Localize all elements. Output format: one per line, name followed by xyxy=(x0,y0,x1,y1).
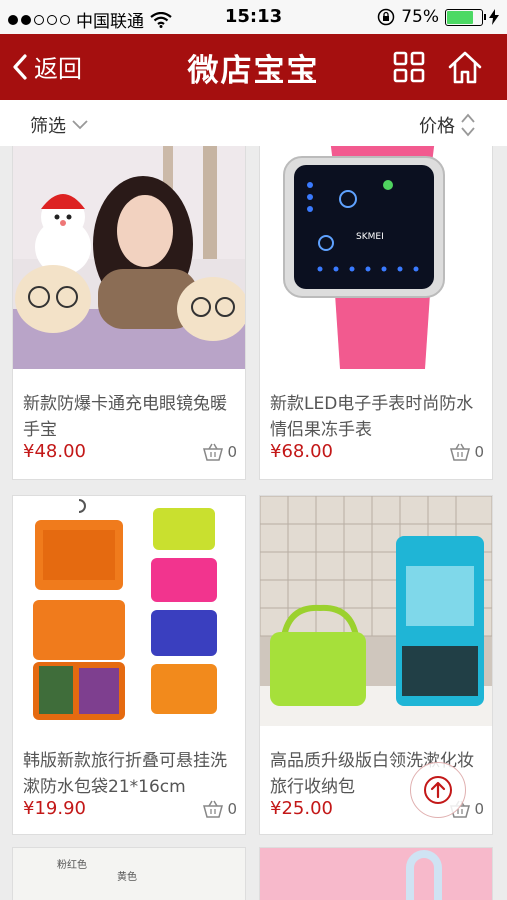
product-image xyxy=(13,146,245,369)
product-price: ¥19.90 xyxy=(23,798,86,819)
basket-icon xyxy=(203,800,224,818)
cart-count: 0 xyxy=(227,443,237,461)
product-image xyxy=(260,496,492,726)
cart-count: 0 xyxy=(474,443,484,461)
product-price: ¥48.00 xyxy=(23,441,86,462)
grid-icon[interactable] xyxy=(390,48,428,86)
rotation-lock-icon xyxy=(377,8,395,26)
product-card[interactable]: 粉红色 黄色 xyxy=(12,847,246,900)
product-name: 韩版新款旅行折叠可悬挂洗漱防水包袋21*16cm xyxy=(23,751,227,797)
image-caption: 黄色 xyxy=(117,872,137,883)
product-image: 粉红色 黄色 xyxy=(13,848,245,900)
status-bar: 中国联通 15:13 75% xyxy=(0,0,507,34)
cart-counter[interactable]: 0 xyxy=(449,443,484,461)
product-card[interactable]: 韩版新款旅行折叠可悬挂洗漱防水包袋21*16cm ¥19.90 0 xyxy=(12,495,246,835)
cart-count: 0 xyxy=(474,800,484,818)
product-card[interactable]: SKMEI 新款LED电子手表时尚防水情侣果冻手表 ¥68.00 0 xyxy=(259,146,493,480)
battery-icon xyxy=(445,8,486,26)
product-image xyxy=(260,848,492,900)
image-caption: 粉红色 xyxy=(57,860,87,871)
sort-icon xyxy=(461,113,475,137)
battery-percent: 75% xyxy=(401,7,439,27)
arrow-up-circle-icon xyxy=(424,776,452,804)
cart-count: 0 xyxy=(227,800,237,818)
basket-icon xyxy=(203,443,224,461)
product-name: 新款防爆卡通充电眼镜兔暖手宝 xyxy=(23,394,227,440)
filter-bar: 筛选 价格 xyxy=(0,100,507,146)
product-price: ¥25.00 xyxy=(270,798,333,819)
svg-text:SKMEI: SKMEI xyxy=(356,232,384,242)
filter-label: 筛选 xyxy=(30,116,66,137)
cart-counter[interactable]: 0 xyxy=(202,443,237,461)
charging-icon xyxy=(489,9,499,25)
back-to-top-button[interactable] xyxy=(410,762,466,818)
price-sort-button[interactable]: 价格 xyxy=(419,112,475,138)
basket-icon xyxy=(450,443,471,461)
product-card[interactable]: 新款防爆卡通充电眼镜兔暖手宝 ¥48.00 0 xyxy=(12,146,246,480)
chevron-down-icon xyxy=(72,120,88,130)
page-title: 微店宝宝 xyxy=(187,53,320,89)
filter-button[interactable]: 筛选 xyxy=(30,112,88,138)
home-icon[interactable] xyxy=(446,48,484,86)
app-header: 返回 微店宝宝 xyxy=(0,34,507,100)
product-price: ¥68.00 xyxy=(270,441,333,462)
product-image xyxy=(13,496,245,726)
price-sort-label: 价格 xyxy=(419,116,455,137)
status-right: 75% xyxy=(377,7,499,27)
product-name: 新款LED电子手表时尚防水情侣果冻手表 xyxy=(270,394,474,440)
cart-counter[interactable]: 0 xyxy=(202,800,237,818)
product-image: SKMEI xyxy=(260,146,492,369)
product-card[interactable] xyxy=(259,847,493,900)
